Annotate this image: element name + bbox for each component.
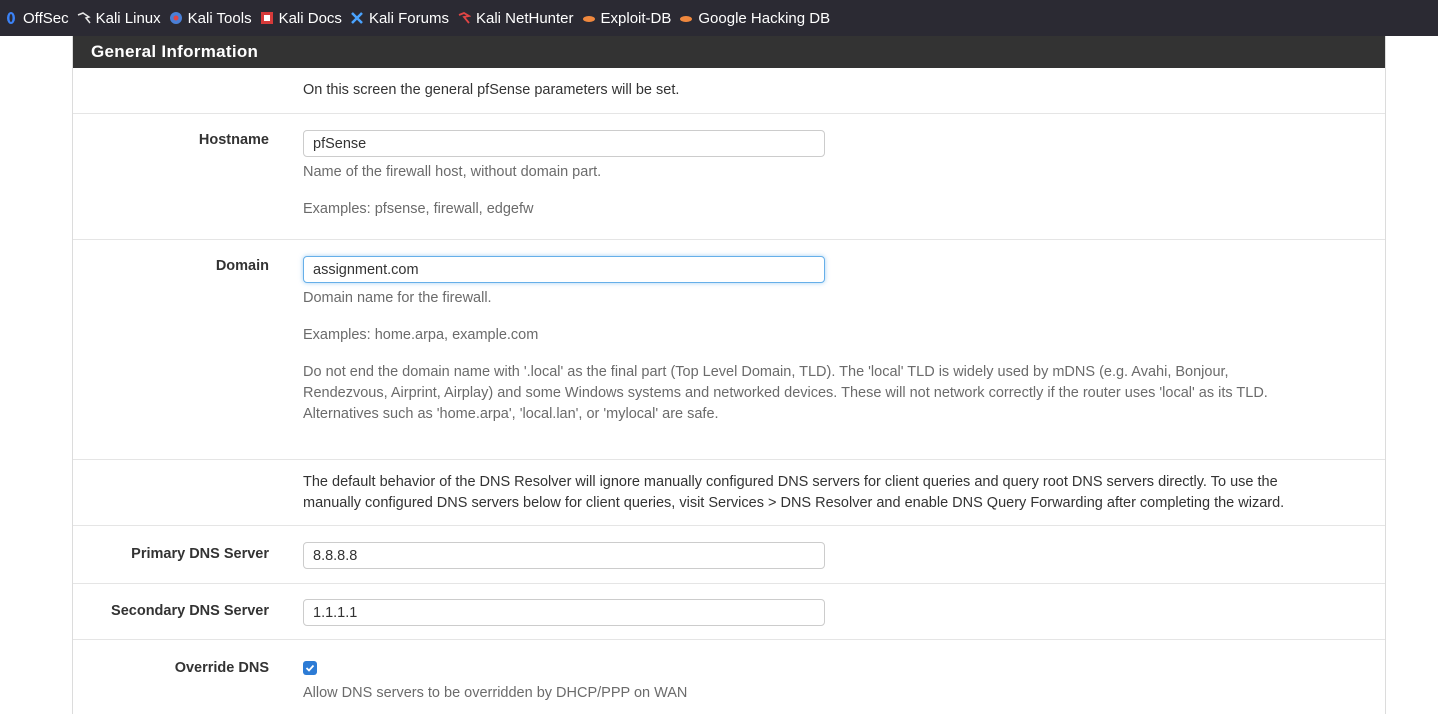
bookmark-label: Kali Linux (95, 9, 161, 27)
bookmark-kali-docs[interactable]: Kali Docs (260, 10, 342, 27)
bookmark-kali-linux[interactable]: Kali Linux (77, 10, 161, 27)
domain-examples: Examples: home.arpa, example.com (303, 327, 539, 343)
bookmark-google-hacking-db[interactable]: Google Hacking DB (679, 10, 830, 27)
primary-dns-row: Primary DNS Server (73, 526, 1385, 584)
dns-note-line-1: The default behavior of the DNS Resolver… (303, 474, 1278, 490)
hostname-row: Hostname Name of the firewall host, with… (73, 114, 1385, 240)
bookmark-offsec[interactable]: OffSec (4, 10, 69, 27)
domain-warning-line-2: Rendezvous, Airprint, Airplay) and some … (303, 385, 1268, 401)
intro-text: On this screen the general pfSense param… (303, 82, 680, 98)
kali-forums-icon (350, 11, 364, 25)
secondary-dns-row: Secondary DNS Server (73, 584, 1385, 640)
override-dns-checkbox[interactable] (303, 661, 317, 675)
override-dns-help: Allow DNS servers to be overridden by DH… (303, 685, 688, 701)
exploit-db-icon (582, 11, 596, 25)
override-dns-row: Override DNS Allow DNS servers to be ove… (73, 640, 1385, 714)
bookmark-label: Exploit-DB (600, 9, 672, 27)
nethunter-icon (457, 11, 471, 25)
kali-docs-icon (260, 11, 274, 25)
domain-row: Domain Domain name for the firewall. Exa… (73, 240, 1385, 460)
domain-help: Domain name for the firewall. (303, 290, 492, 306)
domain-label: Domain (215, 258, 269, 274)
bookmark-kali-nethunter[interactable]: Kali NetHunter (457, 10, 574, 27)
bookmark-kali-forums[interactable]: Kali Forums (350, 10, 449, 27)
kali-dragon-icon (77, 11, 91, 25)
bookmark-label: Kali Forums (368, 9, 449, 27)
secondary-dns-input[interactable] (303, 599, 825, 626)
bookmark-label: Kali Tools (187, 9, 252, 27)
bookmark-label: Kali Docs (278, 9, 342, 27)
primary-dns-label: Primary DNS Server (131, 546, 269, 562)
checkmark-icon (305, 664, 315, 672)
primary-dns-input[interactable] (303, 542, 825, 569)
general-information-panel: General Information On this screen the g… (72, 36, 1386, 714)
offsec-icon (4, 11, 18, 25)
bookmark-kali-tools[interactable]: Kali Tools (169, 10, 252, 27)
domain-warning-line-1: Do not end the domain name with '.local'… (303, 364, 1229, 380)
intro-row: On this screen the general pfSense param… (73, 68, 1385, 114)
domain-input[interactable] (303, 256, 825, 283)
panel-title: General Information (73, 36, 1385, 68)
bookmark-exploit-db[interactable]: Exploit-DB (582, 9, 672, 27)
hostname-input[interactable] (303, 130, 825, 157)
secondary-dns-label: Secondary DNS Server (111, 603, 269, 619)
ghdb-icon (679, 11, 693, 25)
override-dns-label: Override DNS (174, 660, 269, 676)
hostname-label: Hostname (198, 132, 269, 148)
domain-warning-line-3: Alternatives such as 'home.arpa', 'local… (303, 406, 719, 422)
bookmark-label: OffSec (23, 9, 69, 27)
dns-resolver-note-row: The default behavior of the DNS Resolver… (73, 460, 1385, 526)
hostname-examples: Examples: pfsense, firewall, edgefw (303, 201, 534, 217)
bookmarks-toolbar: OffSec Kali Linux Kali Tools Kali Docs K… (0, 0, 1438, 36)
dns-note-line-2: manually configured DNS servers below fo… (303, 495, 1285, 511)
kali-tools-icon (169, 11, 183, 25)
bookmark-label: Kali NetHunter (475, 9, 574, 27)
bookmark-label: Google Hacking DB (698, 9, 831, 27)
hostname-help: Name of the firewall host, without domai… (303, 164, 602, 180)
